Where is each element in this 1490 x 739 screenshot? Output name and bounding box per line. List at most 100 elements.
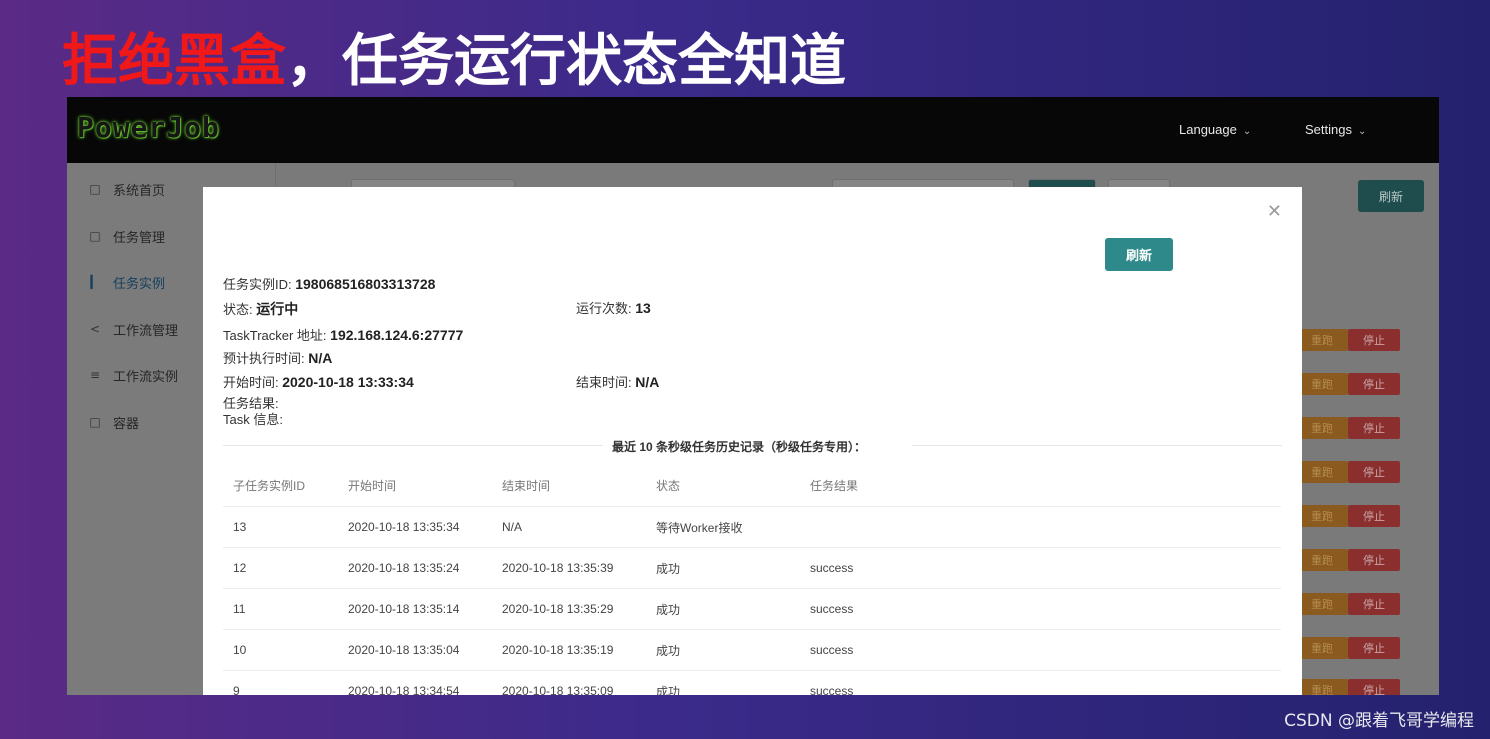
task-info-label: Task 信息: — [223, 412, 283, 427]
rerun-button[interactable]: 重跑 — [1296, 505, 1348, 527]
sidebar-item-workflow-instance[interactable]: ≡ 工作流实例 — [87, 365, 178, 385]
divider — [912, 445, 1282, 446]
powerjob-logo[interactable]: PowerJob — [77, 111, 220, 144]
table-cell: 9 — [223, 670, 338, 695]
column-header: 任务结果 — [800, 465, 1281, 507]
table-cell: 成功 — [646, 629, 800, 671]
rerun-button[interactable]: 重跑 — [1296, 461, 1348, 483]
rerun-button[interactable]: 重跑 — [1296, 417, 1348, 439]
settings-label: Settings — [1305, 122, 1352, 137]
divider — [223, 445, 603, 446]
stop-button[interactable]: 停止 — [1348, 549, 1400, 571]
stop-button[interactable]: 停止 — [1348, 637, 1400, 659]
language-label: Language — [1179, 122, 1237, 137]
chevron-down-icon: ⌄ — [1242, 126, 1252, 137]
start-time-label: 开始时间: — [223, 375, 283, 390]
run-count-label: 运行次数: — [576, 301, 636, 316]
refresh-button-background[interactable]: 刷新 — [1358, 180, 1424, 212]
rerun-button[interactable]: 重跑 — [1296, 637, 1348, 659]
table-cell: 12 — [223, 547, 338, 589]
sidebar-item-label: 工作流实例 — [113, 369, 179, 385]
instance-id-value: 198068516803313728 — [295, 276, 436, 292]
table-cell: 10 — [223, 629, 338, 671]
rerun-button[interactable]: 重跑 — [1296, 679, 1348, 695]
monitor-icon: □ — [89, 415, 101, 429]
rerun-button[interactable]: 重跑 — [1296, 329, 1348, 351]
table-row: 11 2020-10-18 13:35:14 2020-10-18 13:35:… — [223, 588, 1281, 630]
column-header: 结束时间 — [492, 465, 646, 507]
end-time-value: N/A — [635, 374, 660, 390]
sidebar-item-container[interactable]: □ 容器 — [87, 412, 139, 432]
tracker-label: TaskTracker 地址: — [223, 328, 331, 343]
table-cell: 2020-10-18 13:35:04 — [338, 629, 492, 671]
settings-menu[interactable]: Settings ⌄ — [1305, 122, 1366, 137]
rerun-button[interactable]: 重跑 — [1296, 549, 1348, 571]
language-menu[interactable]: Language ⌄ — [1179, 122, 1251, 137]
tracker-value: 192.168.124.6:27777 — [330, 327, 464, 343]
status-value: 运行中 — [256, 301, 299, 317]
start-time-field: 开始时间: 2020-10-18 13:33:34 — [223, 372, 414, 391]
expected-time-label: 预计执行时间: — [223, 351, 309, 366]
table-cell: 等待Worker接收 — [646, 506, 800, 548]
table-row: 9 2020-10-18 13:34:54 2020-10-18 13:35:0… — [223, 670, 1281, 695]
history-table: 子任务实例ID 开始时间 结束时间 状态 任务结果 13 2020-10-18 … — [223, 465, 1281, 695]
stop-button[interactable]: 停止 — [1348, 417, 1400, 439]
close-icon[interactable]: ✕ — [1267, 201, 1282, 222]
table-row: 13 2020-10-18 13:35:34 N/A 等待Worker接收 — [223, 506, 1281, 548]
table-cell: success — [800, 547, 1281, 589]
table-cell — [800, 506, 1281, 548]
stop-button[interactable]: 停止 — [1348, 373, 1400, 395]
bar-chart-icon: ▎ — [90, 275, 100, 289]
watermark: CSDN @跟着飞哥学编程 — [1284, 711, 1474, 731]
rerun-button[interactable]: 重跑 — [1296, 373, 1348, 395]
stop-button[interactable]: 停止 — [1348, 461, 1400, 483]
table-cell: 13 — [223, 506, 338, 548]
stop-button[interactable]: 停止 — [1348, 593, 1400, 615]
sidebar-item-job-manage[interactable]: □ 任务管理 — [87, 226, 165, 246]
table-cell: 成功 — [646, 547, 800, 589]
run-count-value: 13 — [635, 300, 651, 316]
tracker-field: TaskTracker 地址: 192.168.124.6:27777 — [223, 325, 463, 344]
stop-button[interactable]: 停止 — [1348, 329, 1400, 351]
sidebar-item-home[interactable]: □ 系统首页 — [87, 179, 165, 199]
column-header: 子任务实例ID — [223, 465, 338, 507]
table-cell: 2020-10-18 13:35:29 — [492, 588, 646, 630]
expected-time-value: N/A — [308, 350, 333, 366]
column-header: 开始时间 — [338, 465, 492, 507]
instance-detail-dialog: ✕ 刷新 任务实例ID: 198068516803313728 状态: 运行中 … — [203, 187, 1302, 695]
share-icon: < — [89, 322, 101, 336]
run-count-field: 运行次数: 13 — [576, 298, 651, 317]
expected-time-field: 预计执行时间: N/A — [223, 348, 332, 367]
column-header: 状态 — [646, 465, 800, 507]
status-label: 状态: — [223, 302, 257, 317]
table-cell: 2020-10-18 13:35:34 — [338, 506, 492, 548]
page-headline: 拒绝黑盒，任务运行状态全知道 — [62, 16, 846, 97]
instance-id-label: 任务实例ID: — [223, 277, 296, 292]
sidebar-item-label: 任务实例 — [113, 276, 166, 292]
sidebar-item-label: 工作流管理 — [113, 323, 179, 339]
table-cell: 2020-10-18 13:35:09 — [492, 670, 646, 695]
table-cell: 11 — [223, 588, 338, 630]
start-time-value: 2020-10-18 13:33:34 — [282, 374, 414, 390]
monitor-icon: □ — [89, 182, 101, 196]
table-cell: 成功 — [646, 588, 800, 630]
refresh-button[interactable]: 刷新 — [1105, 238, 1173, 271]
rerun-button[interactable]: 重跑 — [1296, 593, 1348, 615]
table-row: 10 2020-10-18 13:35:04 2020-10-18 13:35:… — [223, 629, 1281, 671]
sidebar-item-label: 容器 — [113, 416, 140, 432]
sidebar-item-label: 任务管理 — [113, 230, 166, 246]
monitor-icon: □ — [89, 229, 101, 243]
sidebar-item-workflow-manage[interactable]: < 工作流管理 — [87, 319, 178, 339]
stop-button[interactable]: 停止 — [1348, 679, 1400, 695]
instance-id-field: 任务实例ID: 198068516803313728 — [223, 274, 435, 293]
table-cell: success — [800, 629, 1281, 671]
chevron-down-icon: ⌄ — [1357, 126, 1367, 137]
headline-rest: ，任务运行状态全知道 — [286, 29, 846, 94]
sliders-icon: ≡ — [89, 368, 101, 382]
end-time-field: 结束时间: N/A — [576, 372, 659, 391]
table-cell: 2020-10-18 13:35:19 — [492, 629, 646, 671]
table-cell: N/A — [492, 506, 646, 548]
stop-button[interactable]: 停止 — [1348, 505, 1400, 527]
table-header-row: 子任务实例ID 开始时间 结束时间 状态 任务结果 — [223, 465, 1281, 507]
sidebar-item-job-instance[interactable]: ▎ 任务实例 — [87, 272, 165, 292]
